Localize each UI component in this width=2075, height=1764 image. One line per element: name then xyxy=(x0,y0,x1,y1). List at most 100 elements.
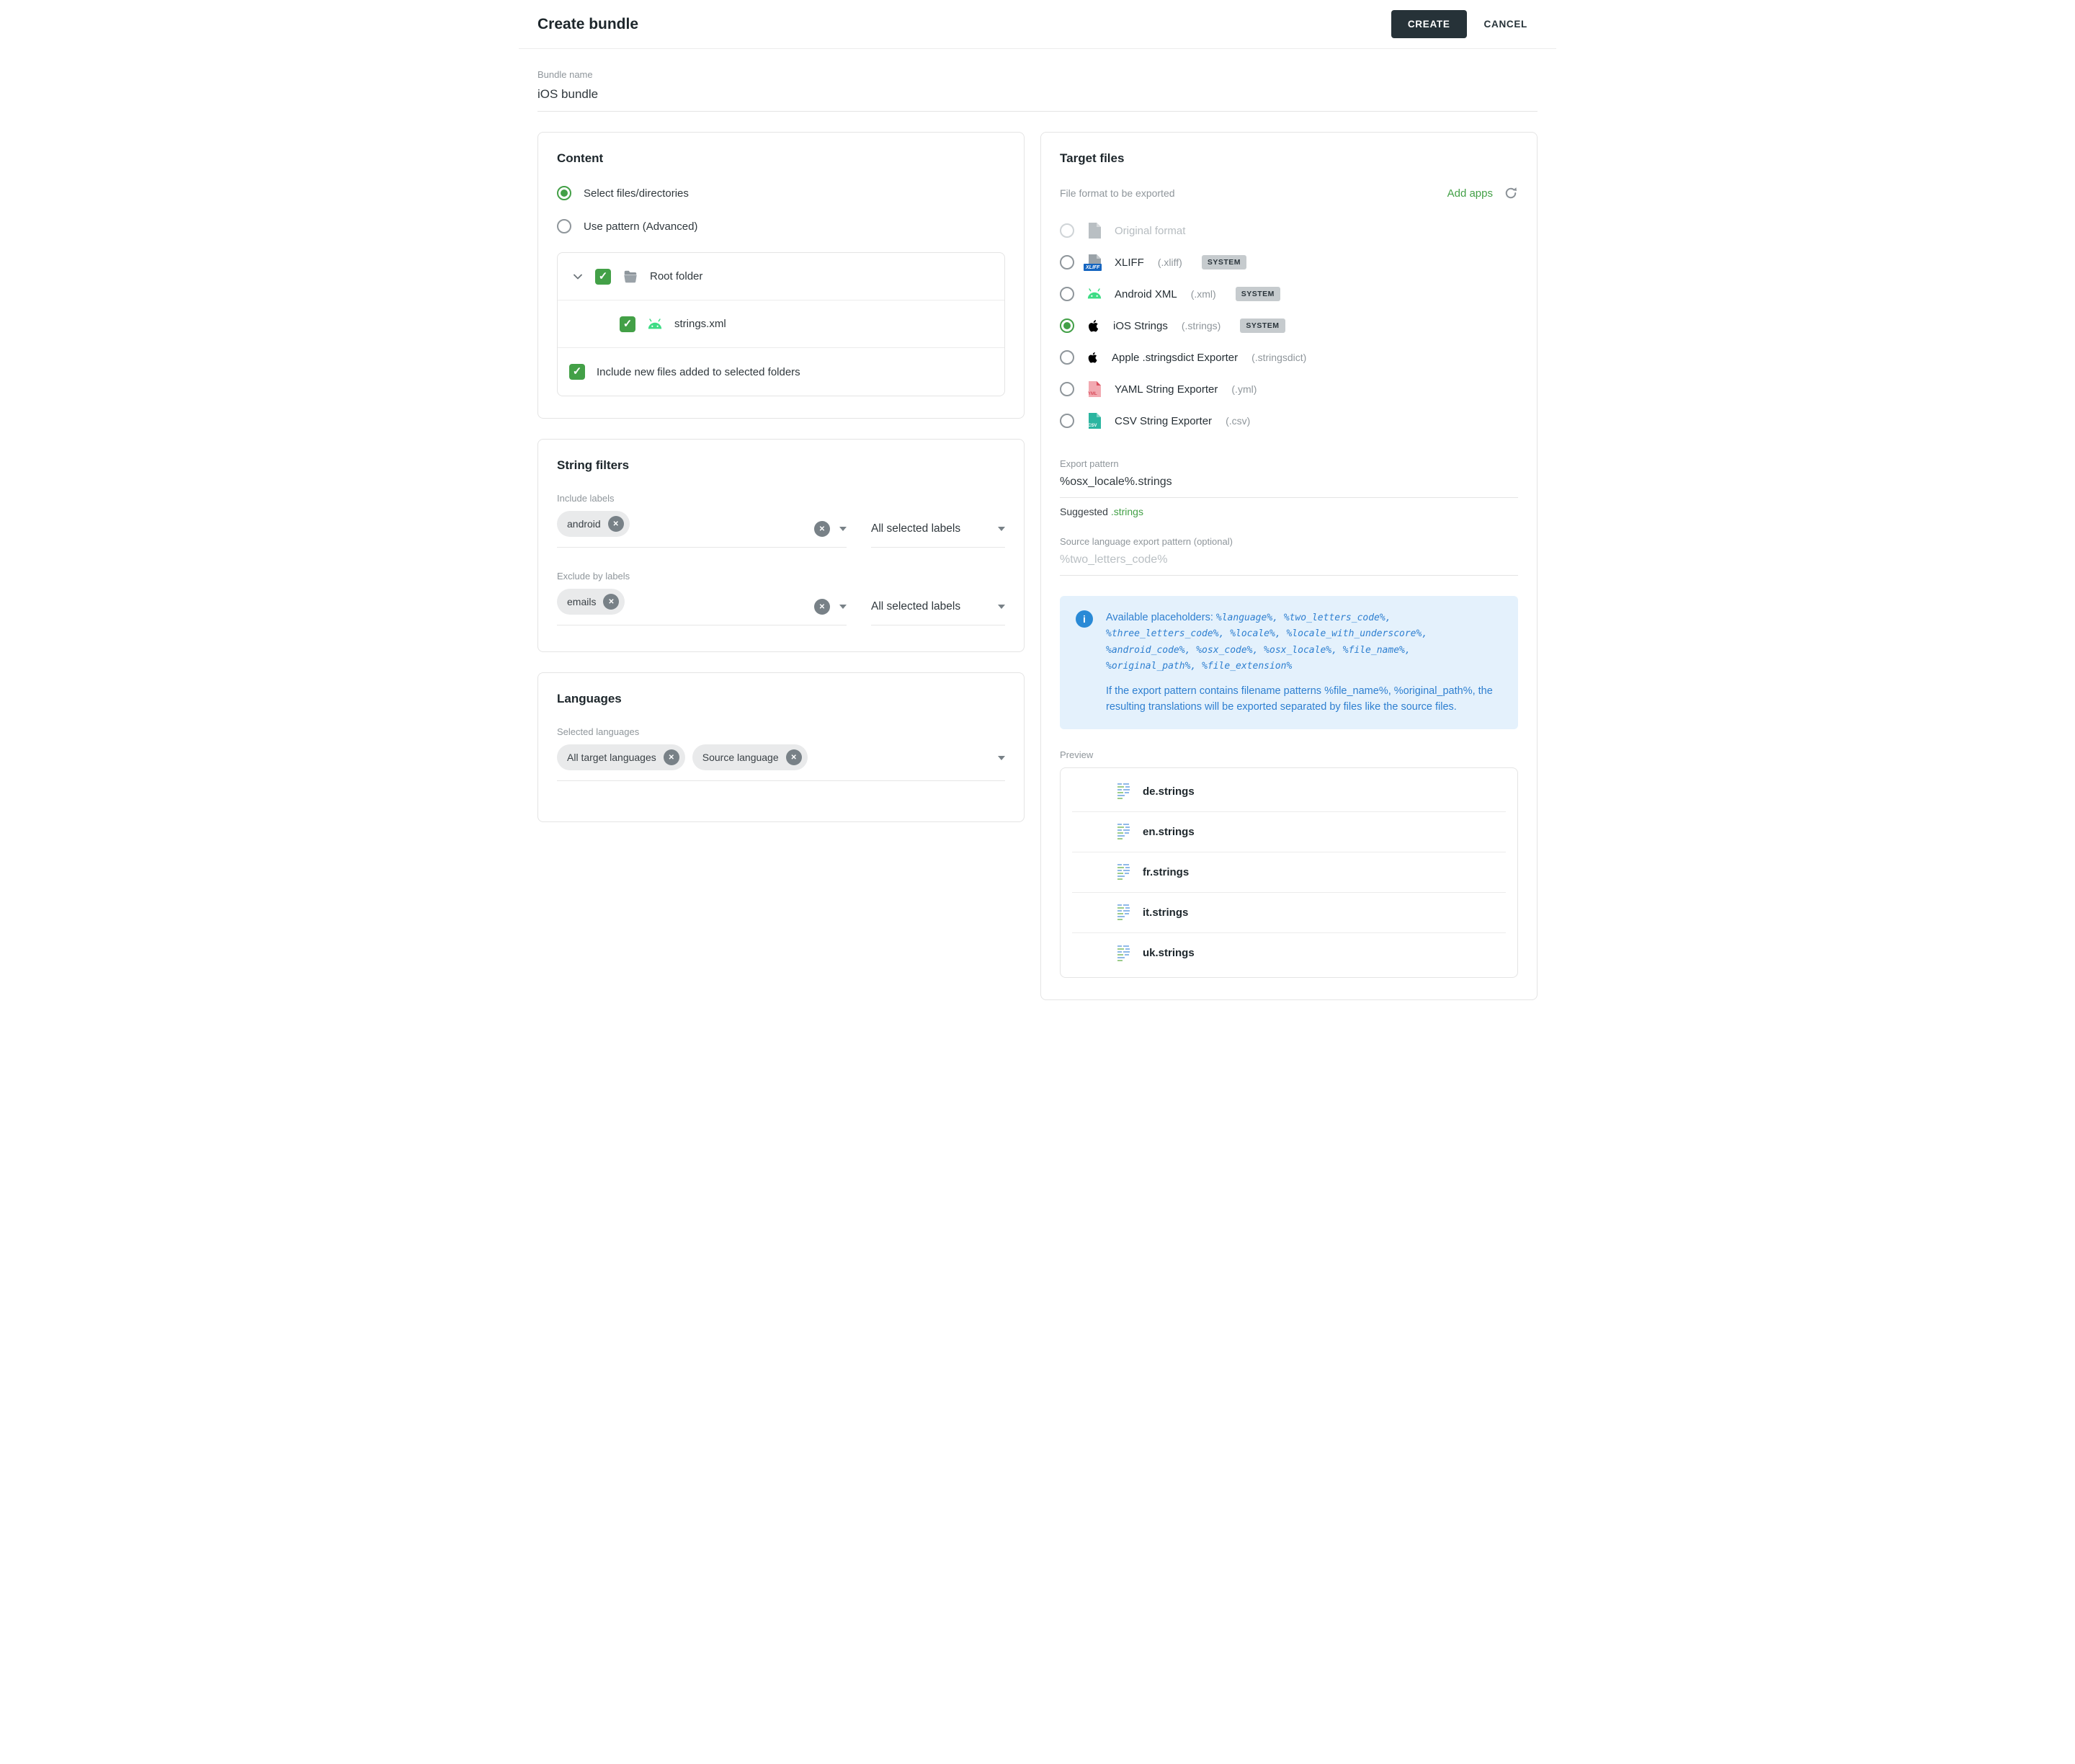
selected-languages-field[interactable]: All target languages ✕ Source language ✕ xyxy=(557,744,1005,781)
chevron-down-icon[interactable] xyxy=(839,605,847,609)
android-icon xyxy=(647,316,663,332)
root-folder-checkbox[interactable]: ✓ xyxy=(595,269,611,285)
target-files-title: Target files xyxy=(1060,151,1518,166)
languages-title: Languages xyxy=(557,692,1005,706)
format-row-ios-strings[interactable]: iOS Strings (.strings) SYSTEM xyxy=(1060,310,1518,342)
info-note: If the export pattern contains filename … xyxy=(1106,683,1502,716)
info-placeholders-line: Available placeholders: %language% %two_… xyxy=(1106,610,1502,674)
info-content: Available placeholders: %language% %two_… xyxy=(1106,610,1502,716)
left-column: Content Select files/directories Use pat… xyxy=(537,132,1025,822)
placeholder-token: %three_letters_code% xyxy=(1106,628,1230,639)
format-row-stringsdict[interactable]: Apple .stringsdict Exporter (.stringsdic… xyxy=(1060,342,1518,373)
chevron-down-icon[interactable] xyxy=(998,756,1005,760)
radio-use-pattern[interactable]: Use pattern (Advanced) xyxy=(557,219,1005,233)
yaml-label: YML xyxy=(1088,392,1097,396)
include-new-files-row[interactable]: ✓ Include new files added to selected fo… xyxy=(558,348,1004,396)
strings-file-icon xyxy=(1117,904,1131,921)
selected-languages-label: Selected languages xyxy=(557,726,1005,737)
tree-row-strings-xml[interactable]: ✓ strings.xml xyxy=(558,300,1004,348)
folder-icon xyxy=(622,269,638,285)
suggested-value[interactable]: .strings xyxy=(1111,506,1143,517)
include-labels-field[interactable]: android ✕ ✕ xyxy=(557,511,847,548)
file-icon xyxy=(1086,222,1102,239)
suggested-label: Suggested xyxy=(1060,506,1108,517)
exclude-labels-mode-select[interactable]: All selected labels xyxy=(871,600,1005,625)
format-name: Apple .stringsdict Exporter xyxy=(1112,352,1238,364)
strings-file-icon xyxy=(1117,783,1131,800)
android-icon xyxy=(1086,286,1102,302)
info-intro: Available placeholders: xyxy=(1106,612,1213,623)
placeholder-token: %locale_with_underscore% xyxy=(1286,628,1427,639)
radio-unselected-icon[interactable] xyxy=(1060,223,1074,238)
include-new-files-checkbox[interactable]: ✓ xyxy=(569,364,585,380)
content-card: Content Select files/directories Use pat… xyxy=(537,132,1025,419)
create-button[interactable]: CREATE xyxy=(1391,10,1467,38)
preview-label: Preview xyxy=(1060,749,1518,760)
radio-unselected-icon[interactable] xyxy=(1060,350,1074,365)
right-column: Target files File format to be exported … xyxy=(1040,132,1538,1000)
chip-remove-icon[interactable]: ✕ xyxy=(608,516,624,532)
placeholder-token: %language% xyxy=(1216,612,1284,623)
placeholder-token: %android_code% xyxy=(1106,645,1196,656)
format-ext: (.stringsdict) xyxy=(1251,352,1306,363)
clear-all-icon[interactable]: ✕ xyxy=(814,599,830,615)
placeholder-token: %osx_locale% xyxy=(1264,645,1343,656)
preview-file-name: uk.strings xyxy=(1143,947,1195,959)
selected-languages-chips: All target languages ✕ Source language ✕ xyxy=(557,744,998,770)
placeholder-token: %original_path% xyxy=(1106,661,1202,672)
radio-selected-icon[interactable] xyxy=(557,186,571,200)
format-row-android-xml[interactable]: Android XML (.xml) SYSTEM xyxy=(1060,278,1518,310)
export-pattern-input[interactable] xyxy=(1060,472,1518,498)
format-name: XLIFF xyxy=(1115,257,1144,269)
chevron-down-icon[interactable] xyxy=(572,271,584,282)
strings-file-icon xyxy=(1117,823,1131,840)
chip-remove-icon[interactable]: ✕ xyxy=(603,594,619,610)
placeholder-token: %file_name% xyxy=(1343,645,1411,656)
source-pattern-input[interactable] xyxy=(1060,550,1518,576)
chevron-down-icon[interactable] xyxy=(998,527,1005,531)
chip-remove-icon[interactable]: ✕ xyxy=(664,749,679,765)
radio-select-files[interactable]: Select files/directories xyxy=(557,186,1005,200)
format-row-original[interactable]: Original format xyxy=(1060,215,1518,246)
preview-file-name: de.strings xyxy=(1143,785,1195,798)
system-badge: SYSTEM xyxy=(1202,255,1246,270)
format-row-xliff[interactable]: XLIFF XLIFF (.xliff) SYSTEM xyxy=(1060,246,1518,278)
radio-unselected-icon[interactable] xyxy=(1060,414,1074,428)
file-format-label: File format to be exported xyxy=(1060,187,1175,199)
chevron-down-icon[interactable] xyxy=(839,527,847,531)
add-apps-link[interactable]: Add apps xyxy=(1447,187,1493,200)
chip-text: Source language xyxy=(702,752,779,763)
radio-unselected-icon[interactable] xyxy=(1060,382,1074,396)
chip-remove-icon[interactable]: ✕ xyxy=(786,749,802,765)
format-header: File format to be exported Add apps xyxy=(1060,186,1518,200)
include-labels-mode-select[interactable]: All selected labels xyxy=(871,522,1005,548)
refresh-icon[interactable] xyxy=(1504,186,1518,200)
preview-file-name: it.strings xyxy=(1143,906,1188,919)
strings-xml-label: strings.xml xyxy=(674,318,726,330)
format-row-yaml[interactable]: YML YAML String Exporter (.yml) xyxy=(1060,373,1518,405)
strings-file-icon xyxy=(1117,945,1131,962)
exclude-labels-chips: emails ✕ xyxy=(557,589,806,615)
radio-unselected-icon[interactable] xyxy=(1060,255,1074,270)
preview-box: de.strings en.strings xyxy=(1060,767,1518,978)
root-folder-label: Root folder xyxy=(650,270,702,282)
radio-selected-icon[interactable] xyxy=(1060,318,1074,333)
bundle-name-input[interactable] xyxy=(537,83,1538,112)
exclude-labels-field[interactable]: emails ✕ ✕ xyxy=(557,589,847,625)
top-bar: Create bundle CREATE CANCEL xyxy=(519,0,1556,49)
format-row-csv[interactable]: CSV CSV String Exporter (.csv) xyxy=(1060,405,1518,437)
csv-label: CSV xyxy=(1088,424,1097,428)
radio-unselected-icon[interactable] xyxy=(557,219,571,233)
chevron-down-icon[interactable] xyxy=(998,605,1005,609)
chip-text: All target languages xyxy=(567,752,656,763)
include-field-controls: ✕ xyxy=(806,521,847,537)
clear-all-icon[interactable]: ✕ xyxy=(814,521,830,537)
placeholder-token: %two_letters_code% xyxy=(1284,612,1391,623)
apple-stringsdict-icon xyxy=(1086,350,1099,365)
tree-row-root-folder[interactable]: ✓ Root folder xyxy=(558,253,1004,300)
strings-xml-checkbox[interactable]: ✓ xyxy=(620,316,635,332)
xliff-icon: XLIFF xyxy=(1086,254,1102,271)
format-name: Original format xyxy=(1115,225,1185,237)
cancel-button[interactable]: CANCEL xyxy=(1474,10,1538,38)
radio-unselected-icon[interactable] xyxy=(1060,287,1074,301)
